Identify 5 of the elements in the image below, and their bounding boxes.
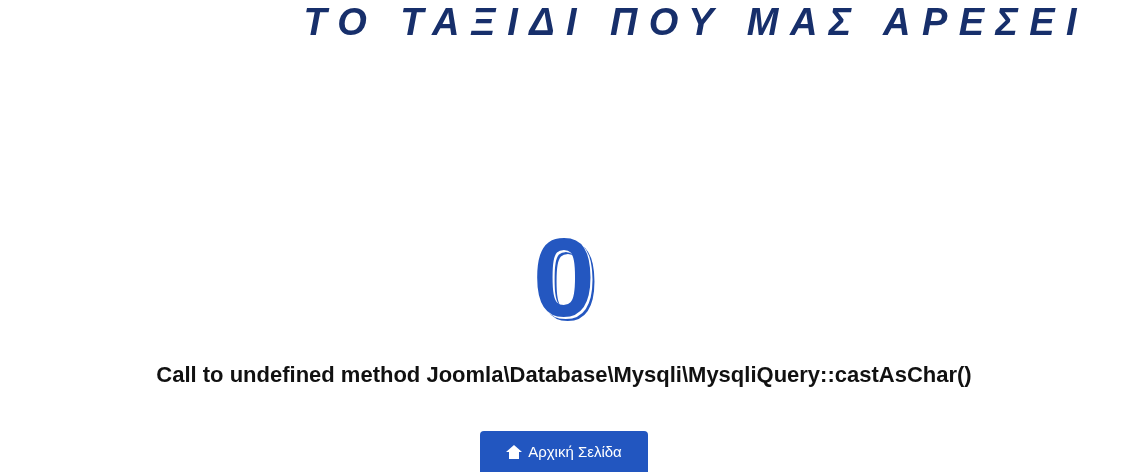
site-tagline: ΤΟ ΤΑΞΙΔΙ ΠΟΥ ΜΑΣ ΑΡΕΣΕΙ	[303, 2, 1088, 42]
home-icon	[506, 445, 523, 460]
error-message: Call to undefined method Joomla\Database\Mysqli\MysqliQuery::castAsChar()	[156, 361, 972, 389]
home-button[interactable]: Αρχική Σελίδα	[480, 431, 648, 472]
error-code: 0	[532, 222, 596, 334]
